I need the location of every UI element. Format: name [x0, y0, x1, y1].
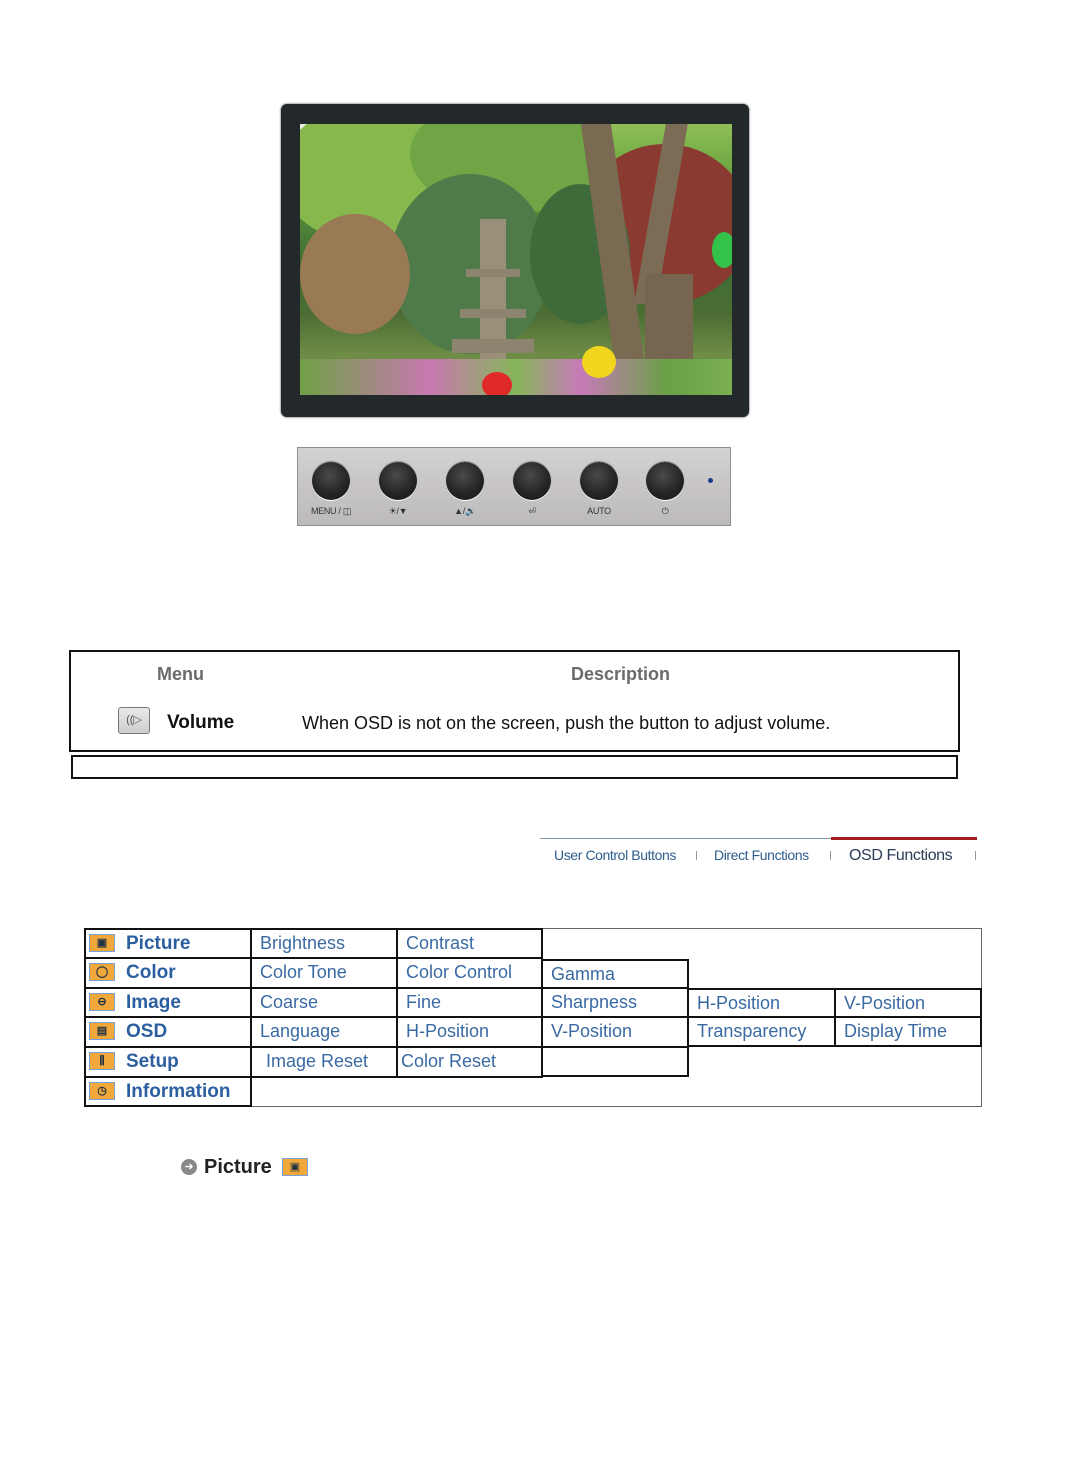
tab-user-control-buttons[interactable]: User Control Buttons	[554, 847, 676, 863]
osd-menu-label: Color	[126, 962, 176, 983]
osd-item-gamma[interactable]: Gamma	[541, 959, 689, 989]
power-button[interactable]	[646, 462, 684, 500]
power-icon: ⏻	[661, 506, 669, 516]
picture-icon: ▣	[282, 1158, 308, 1176]
volume-description: When OSD is not on the screen, push the …	[302, 713, 831, 733]
osd-item-image-v-position[interactable]: V-Position	[834, 988, 982, 1018]
setup-icon: ⫼	[89, 1052, 115, 1070]
osd-item-transparency[interactable]: Transparency	[687, 1016, 836, 1047]
volume-menu-name: Volume	[167, 712, 235, 733]
monitor-screen-image	[300, 124, 732, 395]
monitor-illustration	[281, 104, 749, 417]
monitor-control-panel: MENU / ◫ ☀/▼ ▲/🔊 ⏎ AUTO ⏻	[297, 447, 731, 526]
osd-item-fine[interactable]: Fine	[396, 987, 543, 1018]
menu-button-label: MENU / ◫	[310, 506, 352, 516]
osd-item-color-control[interactable]: Color Control	[396, 957, 543, 989]
osd-item-empty	[541, 1046, 689, 1077]
arrow-right-circle-icon: ➜	[181, 1159, 197, 1175]
up-volume-button-label: ▲/🔊	[454, 506, 476, 516]
description-table-footer	[71, 755, 958, 779]
osd-menu-label: Information	[126, 1081, 231, 1102]
osd-item-image-reset[interactable]: Image Reset	[250, 1046, 398, 1078]
osd-item-contrast[interactable]: Contrast	[396, 928, 543, 959]
tab-direct-functions[interactable]: Direct Functions	[714, 847, 809, 863]
osd-item-osd-v-position[interactable]: V-Position	[541, 1016, 689, 1048]
osd-item-color-tone[interactable]: Color Tone	[250, 957, 398, 989]
tab-separator	[830, 851, 831, 860]
tab-divider-line	[540, 838, 831, 839]
osd-menu-setup[interactable]: ⫼ Setup	[84, 1046, 252, 1078]
osd-item-sharpness[interactable]: Sharpness	[541, 987, 689, 1018]
osd-item-brightness[interactable]: Brightness	[250, 928, 398, 959]
color-icon: ◯	[89, 963, 115, 981]
osd-menu-label: Picture	[126, 933, 191, 954]
volume-icon: ((▷	[118, 707, 150, 734]
osd-menu-image[interactable]: ⊖ Image	[84, 987, 252, 1018]
image-icon: ⊖	[89, 993, 115, 1011]
osd-item-image-h-position[interactable]: H-Position	[687, 988, 836, 1018]
osd-menu-label: OSD	[126, 1021, 168, 1042]
osd-item-display-time[interactable]: Display Time	[834, 1016, 982, 1047]
osd-item-osd-h-position[interactable]: H-Position	[396, 1016, 543, 1048]
brightness-down-button-label: ☀/▼	[388, 506, 408, 516]
osd-menu-color[interactable]: ◯ Color	[84, 957, 252, 989]
osd-item-color-reset[interactable]: Color Reset	[396, 1046, 543, 1078]
brightness-down-button[interactable]	[379, 462, 417, 500]
description-column-header: Description	[571, 664, 671, 684]
osd-menu-information[interactable]: ◷ Information	[84, 1076, 252, 1107]
menu-column-header: Menu	[157, 664, 204, 684]
enter-source-button-label: ⏎	[528, 506, 536, 516]
picture-icon: ▣	[89, 934, 115, 952]
menu-button[interactable]	[312, 462, 350, 500]
active-tab-underline	[831, 837, 977, 840]
enter-source-button[interactable]	[513, 462, 551, 500]
osd-item-language[interactable]: Language	[250, 1016, 398, 1048]
tab-separator	[696, 851, 697, 860]
section-tabs: User Control Buttons Direct Functions OS…	[540, 837, 977, 868]
osd-menu-grid: ▣ Picture Brightness Contrast ◯ Color Co…	[84, 928, 982, 1107]
up-volume-button[interactable]	[446, 462, 484, 500]
tab-osd-functions[interactable]: OSD Functions	[849, 847, 953, 865]
osd-item-coarse[interactable]: Coarse	[250, 987, 398, 1018]
tab-separator	[975, 851, 976, 860]
osd-menu-osd[interactable]: ▤ OSD	[84, 1016, 252, 1048]
menu-description-table: Menu Description ((▷ Volume When OSD is …	[69, 650, 960, 752]
power-led-indicator	[708, 478, 713, 483]
osd-menu-picture[interactable]: ▣ Picture	[84, 928, 252, 959]
osd-icon: ▤	[89, 1022, 115, 1040]
section-title: Picture	[204, 1156, 272, 1178]
information-icon: ◷	[89, 1082, 115, 1100]
auto-button-label: AUTO	[587, 506, 611, 516]
osd-menu-label: Setup	[126, 1051, 179, 1072]
osd-menu-label: Image	[126, 992, 181, 1013]
auto-button[interactable]	[580, 462, 618, 500]
